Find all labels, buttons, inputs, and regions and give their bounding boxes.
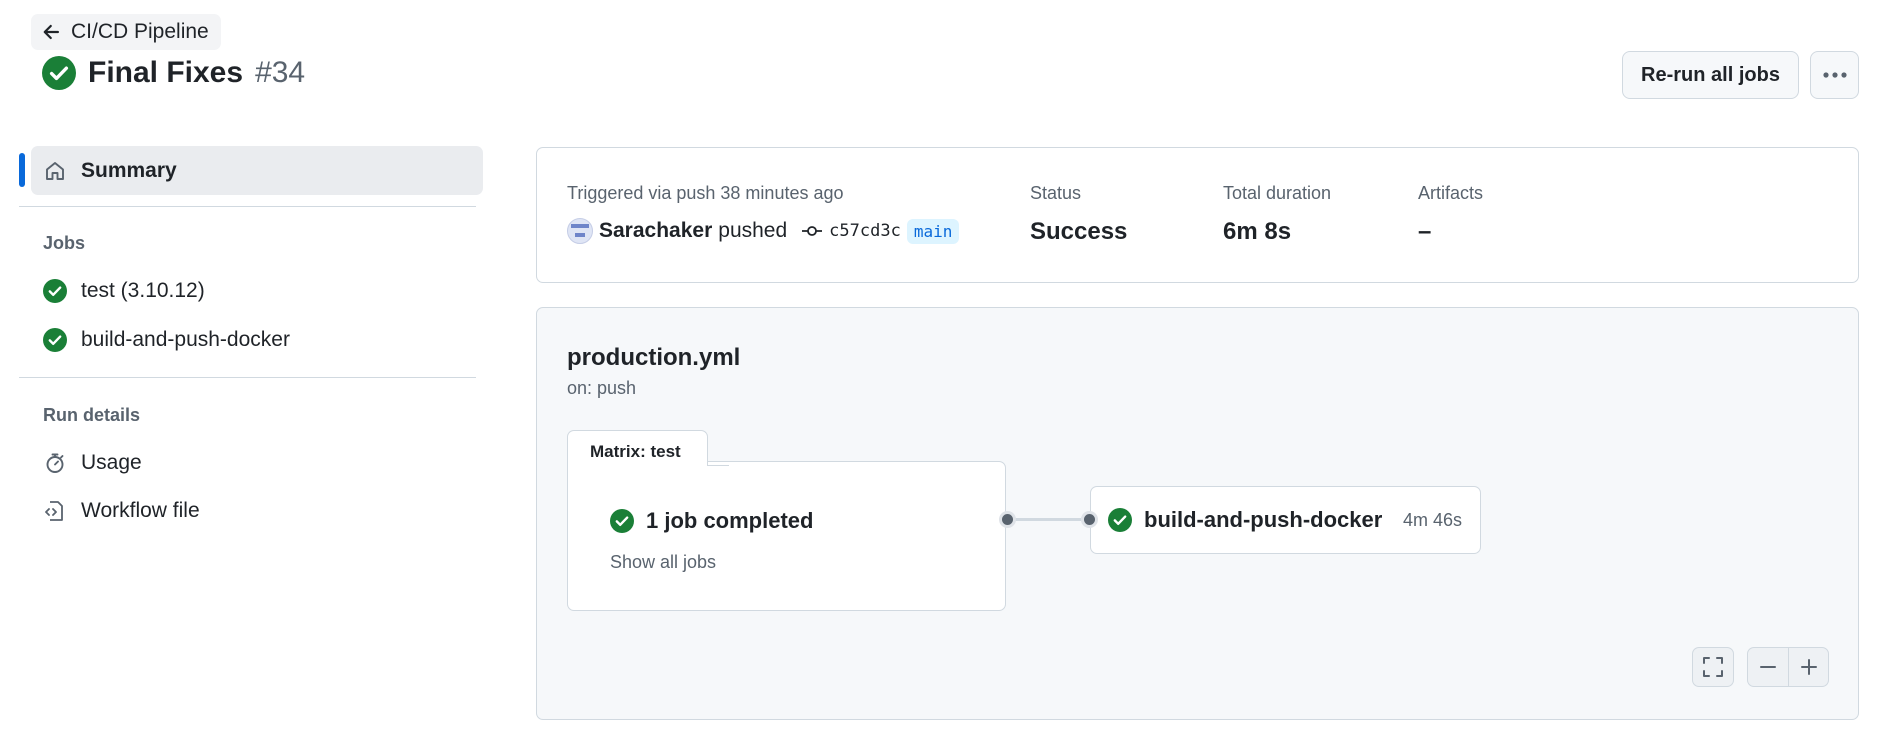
active-indicator <box>19 153 25 187</box>
duration-label: Total duration <box>1223 183 1332 203</box>
success-check-icon <box>1108 508 1132 532</box>
arrow-left-icon <box>43 24 59 40</box>
sidebar-item-label: Summary <box>81 158 177 182</box>
run-title-text: Final Fixes <box>88 56 244 89</box>
workflow-run-page: CI/CD Pipeline Final Fixes #34 Re-run al… <box>0 0 1879 745</box>
push-action-text: pushed <box>718 219 788 242</box>
file-code-icon <box>45 501 63 521</box>
zoom-controls <box>1747 647 1829 687</box>
workflow-trigger: on: push <box>567 378 637 398</box>
sidebar-divider <box>19 377 476 378</box>
run-number: #34 <box>255 56 306 89</box>
rerun-all-jobs-button[interactable]: Re-run all jobs <box>1622 51 1799 99</box>
job-label: test (3.10.12) <box>81 279 205 302</box>
job-node-duration: 4m 46s <box>1402 509 1462 530</box>
duration-value: 6m 8s <box>1223 218 1292 245</box>
artifacts-value: – <box>1418 218 1432 245</box>
run-detail-label: Usage <box>81 451 142 474</box>
connector-dot <box>1081 511 1098 528</box>
jobs-heading: Jobs <box>43 233 86 253</box>
sidebar-item-summary[interactable]: Summary <box>31 146 483 195</box>
run-summary-card: Triggered via push 38 minutes ago Sarach… <box>536 147 1859 283</box>
matrix-status: 1 job completed <box>610 508 813 534</box>
matrix-tab-edge <box>707 456 729 466</box>
sidebar-item-job-test[interactable]: test (3.10.12) <box>43 279 205 303</box>
success-check-icon <box>42 56 76 90</box>
zoom-out-button[interactable] <box>1748 648 1788 686</box>
status-label: Status <box>1030 183 1082 203</box>
stopwatch-icon <box>46 453 64 473</box>
sidebar-item-job-build[interactable]: build-and-push-docker <box>43 328 290 352</box>
artifacts-label: Artifacts <box>1418 183 1484 203</box>
actor-link[interactable]: Sarachaker <box>599 219 712 243</box>
kebab-horizontal-icon <box>1822 72 1847 78</box>
run-details-heading: Run details <box>43 405 141 425</box>
workflow-graph: production.yml on: push 1 job completed … <box>536 307 1859 720</box>
job-label: build-and-push-docker <box>81 328 290 351</box>
branch-badge[interactable]: main <box>906 218 960 244</box>
matrix-tab-joint <box>568 459 707 464</box>
matrix-job-group[interactable]: 1 job completed Show all jobs <box>567 461 1006 611</box>
commit-sha-link[interactable]: c57cd3c <box>829 221 901 241</box>
status-value: Success <box>1030 218 1128 245</box>
home-icon <box>46 161 64 180</box>
matrix-status-text: 1 job completed <box>646 508 814 533</box>
run-title: Final Fixes #34 <box>42 56 305 90</box>
trigger-text: Triggered via push 38 minutes ago <box>567 183 844 203</box>
run-detail-label: Workflow file <box>81 499 200 522</box>
connector-dot <box>999 511 1016 528</box>
job-node-build-and-push-docker[interactable]: build-and-push-docker 4m 46s <box>1090 486 1481 554</box>
job-connector <box>1007 518 1090 521</box>
success-check-icon <box>610 509 634 533</box>
back-link-label: CI/CD Pipeline <box>71 20 209 43</box>
plus-icon <box>1800 659 1817 675</box>
success-check-icon <box>43 328 67 352</box>
more-actions-button[interactable] <box>1810 51 1859 99</box>
sidebar-divider <box>19 206 476 207</box>
git-commit-icon <box>802 226 823 236</box>
job-node-name: build-and-push-docker <box>1144 507 1383 532</box>
fullscreen-button[interactable] <box>1692 647 1734 687</box>
sidebar-item-workflow-file[interactable]: Workflow file <box>43 499 200 523</box>
back-to-workflow-link[interactable]: CI/CD Pipeline <box>31 14 221 50</box>
minus-icon <box>1760 666 1776 668</box>
fullscreen-icon <box>1703 657 1723 677</box>
avatar[interactable] <box>567 218 593 244</box>
sidebar-item-usage[interactable]: Usage <box>43 451 142 475</box>
show-all-jobs-link[interactable]: Show all jobs <box>610 552 716 573</box>
success-check-icon <box>43 279 67 303</box>
zoom-in-button[interactable] <box>1788 648 1828 686</box>
workflow-file-name[interactable]: production.yml <box>567 344 740 372</box>
trigger-details: Sarachaker pushed c57cd3c main <box>567 218 960 244</box>
